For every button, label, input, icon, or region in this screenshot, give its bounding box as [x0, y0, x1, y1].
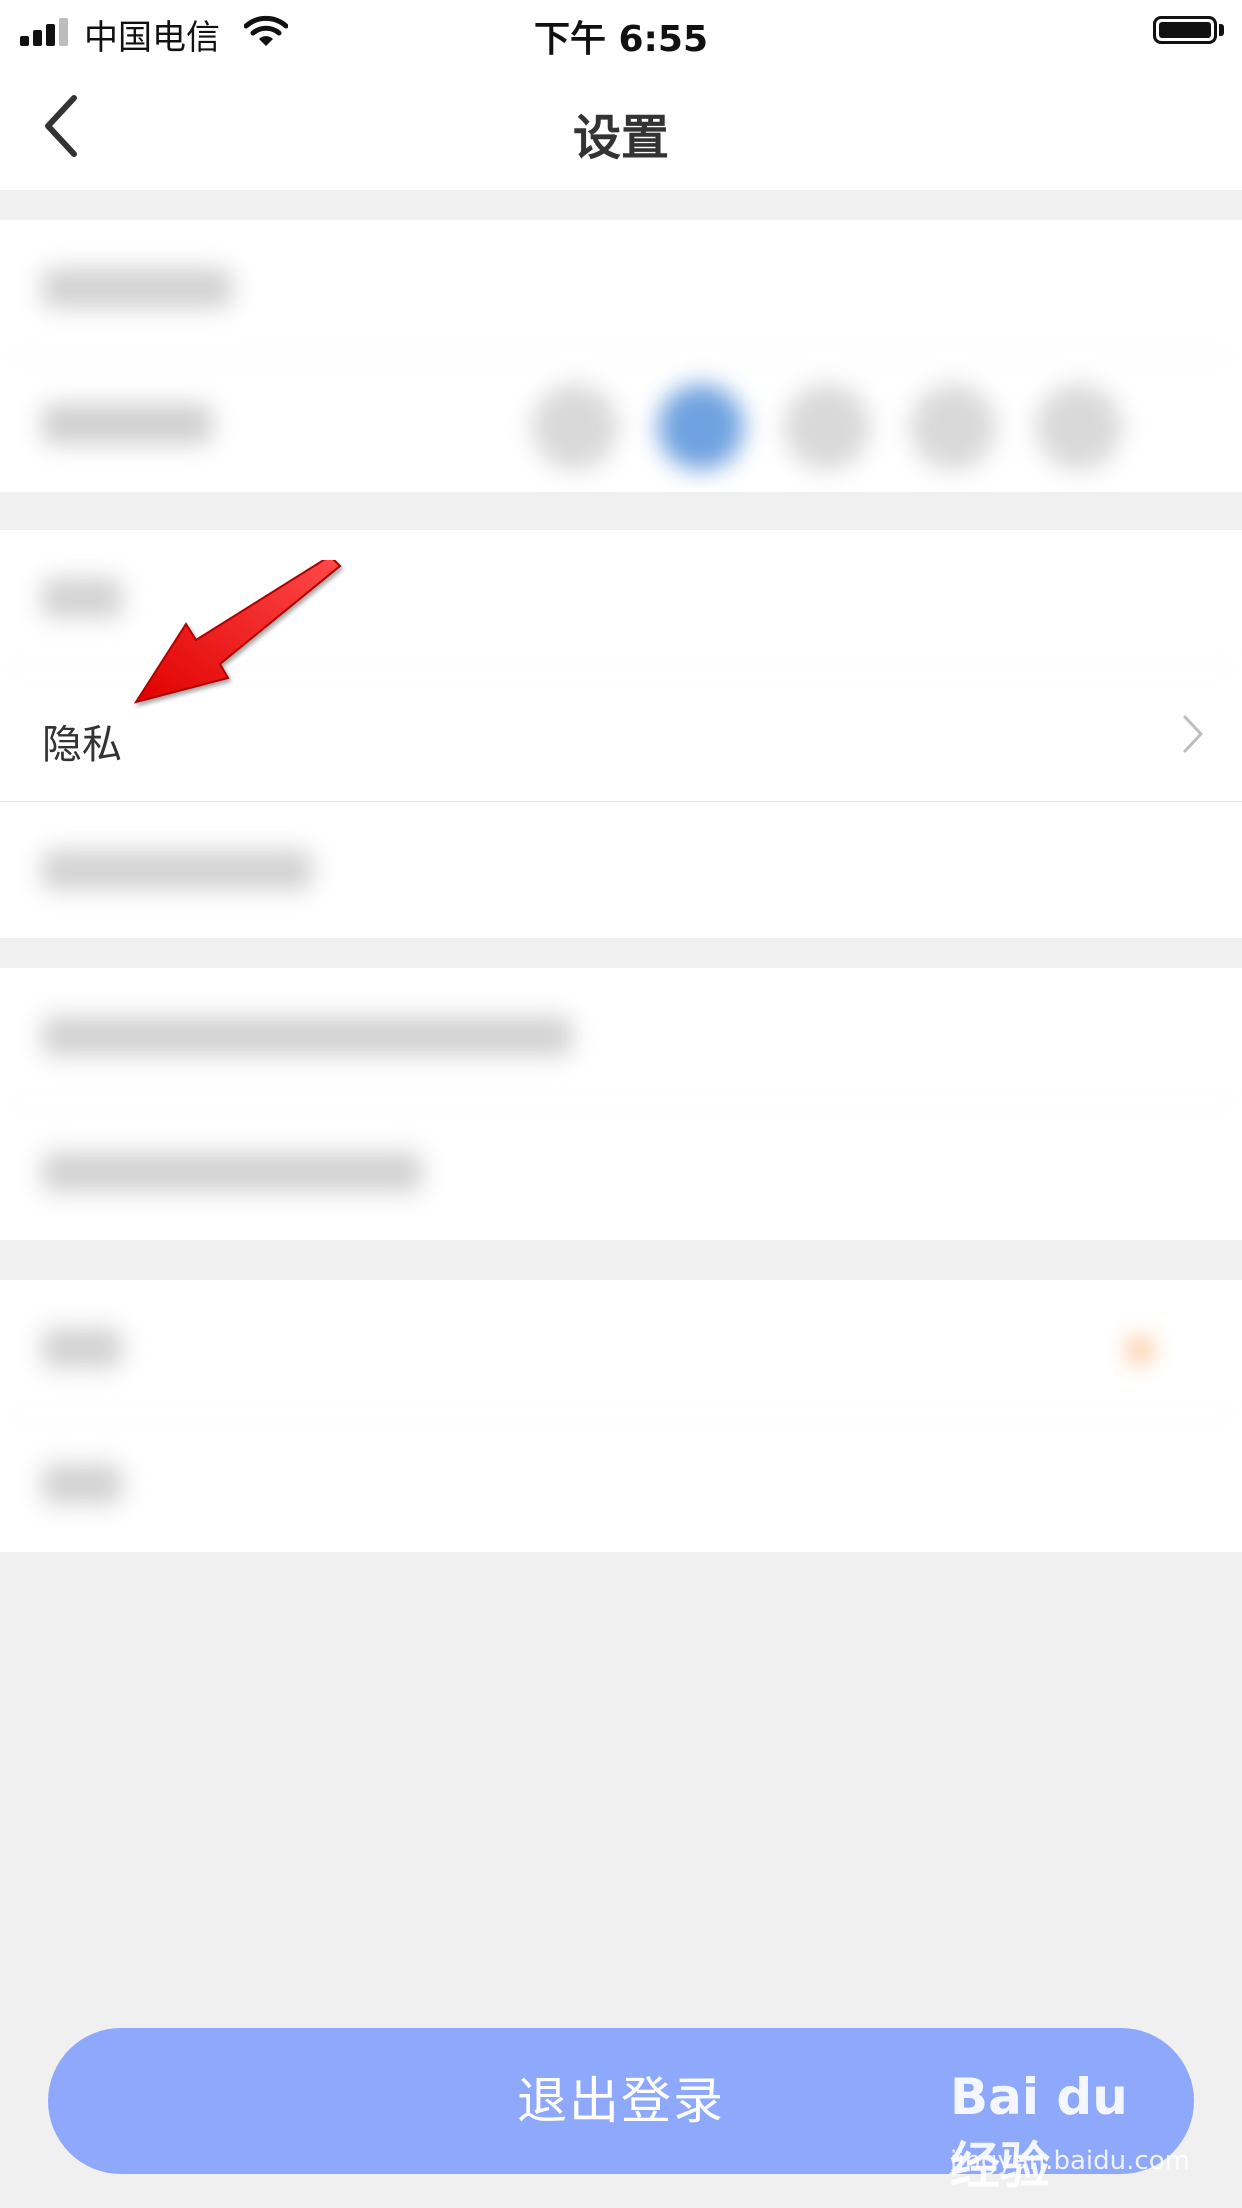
privacy-label: 隐私: [42, 722, 122, 768]
status-time: 下午 6:55: [533, 19, 709, 60]
settings-row-blurred[interactable]: [0, 968, 1242, 1104]
watermark-logo: Bai du 经验: [950, 2068, 1128, 2195]
status-bar: 中国电信 下午 6:55: [0, 0, 1242, 62]
settings-group-4: [0, 1280, 1242, 1552]
settings-row-blurred[interactable]: [0, 220, 1242, 356]
theme-dot[interactable]: [532, 384, 618, 470]
theme-color-options: [532, 380, 1152, 470]
battery-icon: [1153, 16, 1217, 44]
annotation-arrow-icon: [133, 560, 342, 704]
settings-row-blurred[interactable]: [0, 802, 1242, 938]
page-title: 设置: [572, 110, 669, 166]
notification-dot: [1128, 1338, 1152, 1362]
theme-dot[interactable]: [910, 384, 996, 470]
settings-row-theme[interactable]: [0, 356, 1242, 492]
settings-row-blurred[interactable]: [0, 1104, 1242, 1240]
watermark: Bai du 经验 jingyan.baidu.com: [950, 2068, 1190, 2195]
navigation-bar: 设置: [0, 62, 1242, 190]
battery-tip: [1219, 24, 1224, 36]
settings-row-blurred[interactable]: [0, 1416, 1242, 1552]
theme-dot-selected[interactable]: [658, 384, 744, 470]
theme-dot[interactable]: [784, 384, 870, 470]
settings-group-1: [0, 220, 1242, 492]
chevron-right-icon: [1183, 715, 1203, 753]
watermark-url: jingyan.baidu.com: [950, 2146, 1190, 2176]
theme-dot[interactable]: [1036, 384, 1122, 470]
settings-row-blurred[interactable]: [0, 1280, 1242, 1416]
settings-group-3: [0, 968, 1242, 1240]
